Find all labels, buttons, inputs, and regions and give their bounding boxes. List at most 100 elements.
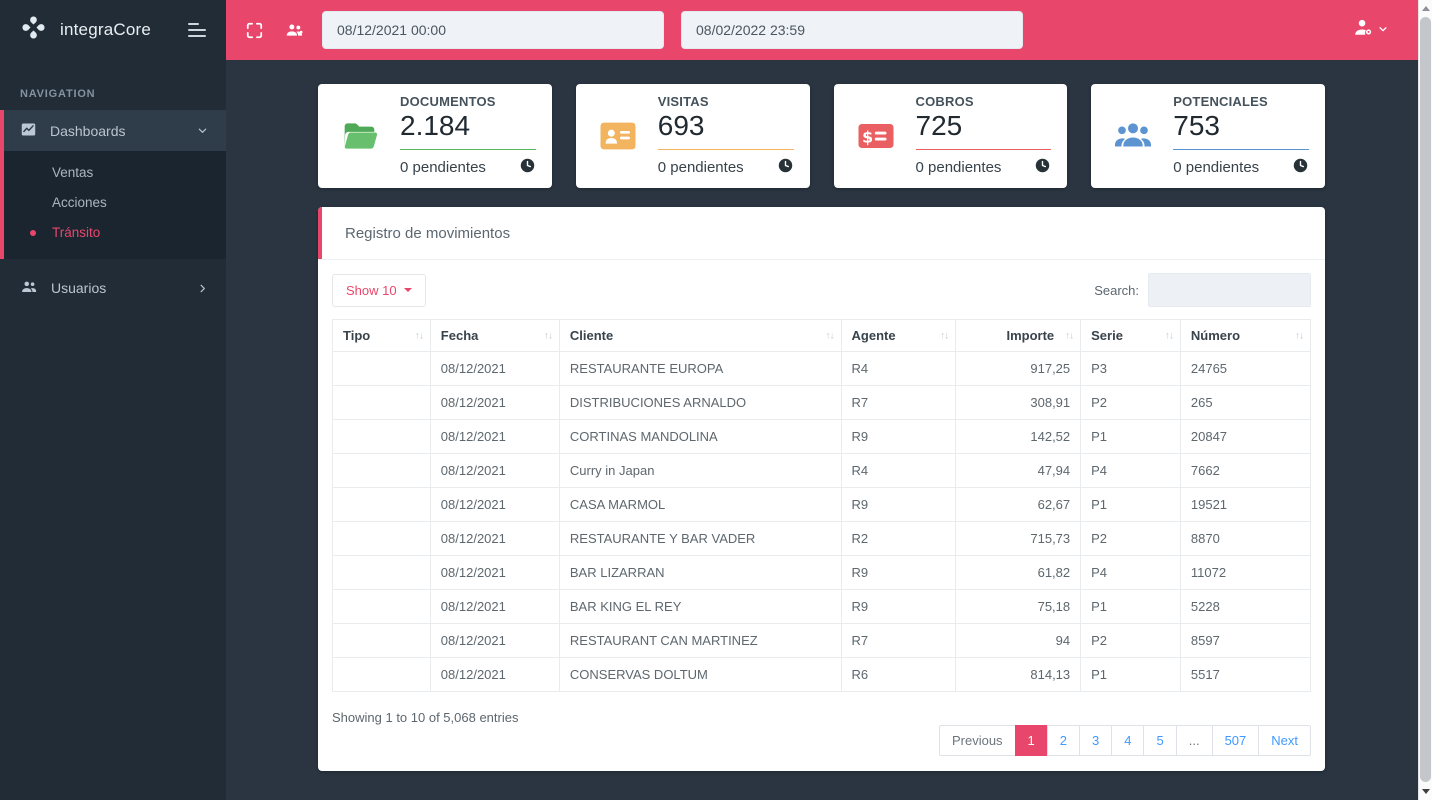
sort-icon: ↑↓ bbox=[1295, 330, 1304, 341]
page-button-next[interactable]: Next bbox=[1258, 725, 1311, 756]
clock-icon bbox=[1292, 157, 1309, 178]
column-header-agente[interactable]: Agente ↑↓ bbox=[840, 319, 956, 352]
cell-numero: 19521 bbox=[1179, 487, 1312, 522]
cell-importe: 715,73 bbox=[954, 521, 1082, 556]
users-icon bbox=[20, 278, 38, 299]
panel-title: Registro de movimientos bbox=[345, 225, 511, 242]
brand-name: integraCore bbox=[60, 20, 152, 39]
chevron-right-icon bbox=[197, 283, 208, 294]
cell-tipo bbox=[332, 351, 431, 386]
cell-serie: P1 bbox=[1080, 657, 1181, 692]
cell-agente: R7 bbox=[840, 623, 956, 658]
stat-card-body: DOCUMENTOS 2.184 0 pendientes bbox=[400, 94, 536, 177]
menu-collapse-icon[interactable] bbox=[188, 23, 206, 37]
scrollbar-thumb[interactable] bbox=[1420, 17, 1431, 782]
sidebar-item-acciones[interactable]: Acciones bbox=[4, 188, 226, 218]
panel-body: Show 10 Search: Tipo ↑↓ Fecha ↑↓ Cliente ↑↓ Ag… bbox=[318, 273, 1325, 771]
sort-icon: ↑↓ bbox=[1065, 330, 1074, 341]
date-to-input[interactable] bbox=[681, 11, 1023, 49]
cell-tipo bbox=[332, 589, 431, 624]
cell-fecha: 08/12/2021 bbox=[429, 555, 560, 590]
page-button-3[interactable]: 3 bbox=[1079, 725, 1113, 756]
movements-table: Tipo ↑↓ Fecha ↑↓ Cliente ↑↓ Agente ↑↓ Importe ↑↓ S… bbox=[332, 319, 1312, 692]
id-card-icon bbox=[595, 116, 641, 156]
cell-serie: P1 bbox=[1080, 589, 1181, 624]
cell-serie: P2 bbox=[1080, 385, 1181, 420]
cell-agente: R9 bbox=[840, 589, 956, 624]
page-button-2[interactable]: 2 bbox=[1046, 725, 1081, 756]
scroll-up-arrow-icon[interactable] bbox=[1421, 6, 1430, 11]
stat-card-value: 725 bbox=[915, 110, 963, 142]
table-footer: Showing 1 to 10 of 5,068 entries Previou… bbox=[332, 692, 1311, 758]
cell-agente: R4 bbox=[840, 351, 956, 386]
user-menu-button[interactable] bbox=[1352, 16, 1388, 44]
cell-numero: 8597 bbox=[1179, 623, 1312, 658]
clock-icon bbox=[777, 157, 794, 178]
team-icon[interactable] bbox=[284, 20, 305, 41]
cell-fecha: 08/12/2021 bbox=[429, 351, 560, 386]
column-header-tipo[interactable]: Tipo ↑↓ bbox=[332, 319, 431, 352]
page-length-dropdown[interactable]: Show 10 bbox=[332, 273, 426, 307]
cell-cliente: DISTRIBUCIONES ARNALDO bbox=[558, 385, 842, 420]
cell-fecha: 08/12/2021 bbox=[429, 589, 560, 624]
menu-group-dashboards: Dashboards Ventas Acciones Tránsito bbox=[0, 110, 226, 259]
cell-serie: P3 bbox=[1080, 351, 1181, 386]
cell-agente: R7 bbox=[840, 385, 956, 420]
column-label: Fecha bbox=[440, 328, 479, 343]
stat-card-pending: 0 pendientes bbox=[915, 158, 1002, 176]
column-header-serie[interactable]: Serie ↑↓ bbox=[1080, 319, 1181, 352]
cell-fecha: 08/12/2021 bbox=[429, 385, 560, 420]
date-from-input[interactable] bbox=[322, 11, 664, 49]
cell-fecha: 08/12/2021 bbox=[429, 623, 560, 658]
cell-cliente: Curry in Japan bbox=[558, 453, 842, 488]
cell-importe: 308,91 bbox=[954, 385, 1082, 420]
sidebar-item-ventas[interactable]: Ventas bbox=[4, 158, 226, 188]
cell-tipo bbox=[332, 521, 431, 556]
cell-agente: R2 bbox=[840, 521, 956, 556]
chevron-down-icon bbox=[1378, 21, 1388, 39]
brand-logo-icon bbox=[20, 14, 47, 46]
sidebar-item-dashboards[interactable]: Dashboards bbox=[4, 110, 226, 151]
fullscreen-icon[interactable] bbox=[245, 21, 264, 40]
page-button-previous[interactable]: Previous bbox=[938, 725, 1016, 756]
cell-numero: 24765 bbox=[1179, 351, 1312, 386]
page-button-1[interactable]: 1 bbox=[1014, 725, 1048, 756]
page-button-507[interactable]: 507 bbox=[1211, 725, 1260, 756]
cell-importe: 814,13 bbox=[954, 657, 1082, 692]
cell-tipo bbox=[332, 419, 431, 454]
page-button-5[interactable]: 5 bbox=[1143, 725, 1177, 756]
stat-card-title: COBROS bbox=[915, 94, 974, 110]
search-input[interactable] bbox=[1148, 273, 1311, 307]
sidebar-item-transito[interactable]: Tránsito bbox=[4, 218, 226, 248]
cell-agente: R9 bbox=[840, 555, 956, 590]
cell-cliente: CASA MARMOL bbox=[558, 487, 842, 522]
cell-cliente: RESTAURANTE Y BAR VADER bbox=[558, 521, 842, 556]
scroll-down-arrow-icon[interactable] bbox=[1421, 789, 1430, 794]
movements-panel: Registro de movimientos Show 10 Search: … bbox=[318, 207, 1325, 771]
column-header-numero[interactable]: Número ↑↓ bbox=[1179, 319, 1312, 352]
stat-card-title: DOCUMENTOS bbox=[400, 94, 496, 110]
stat-card-value: 753 bbox=[1173, 110, 1220, 142]
table-header-row: Tipo ↑↓ Fecha ↑↓ Cliente ↑↓ Agente ↑↓ Importe ↑↓ S… bbox=[332, 319, 1312, 352]
table-row: 08/12/2021 RESTAURANT CAN MARTINEZ R7 94 P2 8… bbox=[332, 623, 1312, 658]
cell-cliente: CONSERVAS DOLTUM bbox=[558, 657, 842, 692]
column-header-fecha[interactable]: Fecha ↑↓ bbox=[429, 319, 560, 352]
page-button-4[interactable]: 4 bbox=[1111, 725, 1145, 756]
sidebar-item-usuarios[interactable]: Usuarios bbox=[0, 268, 226, 308]
cell-numero: 20847 bbox=[1179, 419, 1312, 454]
submenu-item-label: Tránsito bbox=[52, 225, 101, 240]
column-header-cliente[interactable]: Cliente ↑↓ bbox=[558, 319, 842, 352]
table-row: 08/12/2021 CONSERVAS DOLTUM R6 814,13 P1 5517 bbox=[332, 657, 1312, 692]
stat-card-title: POTENCIALES bbox=[1173, 94, 1268, 110]
page-length-label: Show 10 bbox=[346, 282, 397, 298]
stat-card-divider bbox=[657, 148, 794, 150]
cell-importe: 75,18 bbox=[954, 589, 1082, 624]
cell-agente: R4 bbox=[840, 453, 956, 488]
cell-agente: R6 bbox=[840, 657, 956, 692]
column-label: Número bbox=[1190, 328, 1241, 343]
main-content: DOCUMENTOS 2.184 0 pendientes VISITAS 69… bbox=[226, 60, 1418, 800]
stat-card-documentos: DOCUMENTOS 2.184 0 pendientes bbox=[318, 84, 552, 188]
column-header-importe[interactable]: Importe ↑↓ bbox=[954, 319, 1082, 352]
stat-card-body: COBROS 725 0 pendientes bbox=[915, 94, 1052, 178]
clock-icon bbox=[1034, 157, 1051, 178]
